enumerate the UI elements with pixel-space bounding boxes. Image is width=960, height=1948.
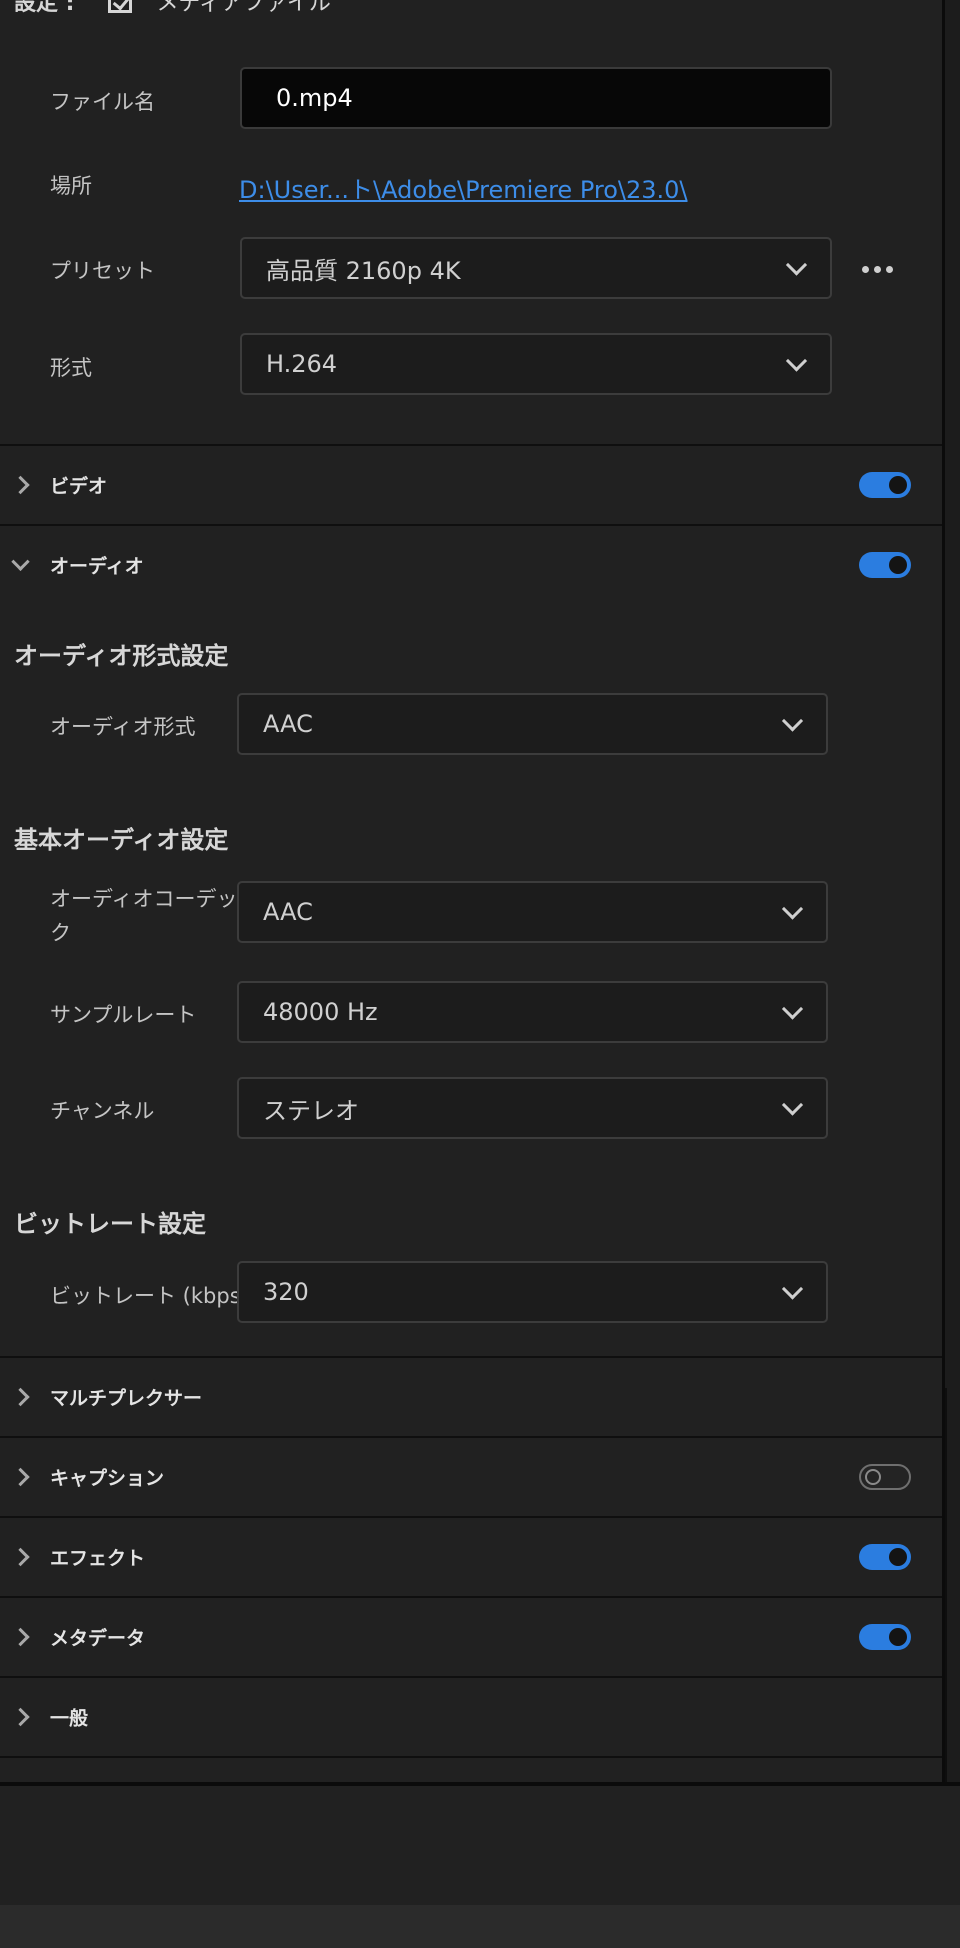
audio-toggle[interactable]: [859, 552, 911, 578]
panel-gutter: [945, 0, 960, 1785]
preset-select[interactable]: 高品質 2160p 4K: [240, 237, 832, 299]
format-select[interactable]: H.264: [240, 333, 832, 395]
chevron-down-icon: [785, 254, 808, 276]
section-captions-title: キャプション: [50, 1467, 165, 1490]
section-general-title: 一般: [50, 1707, 89, 1730]
section-video[interactable]: ビデオ: [0, 446, 942, 524]
format-label: 形式: [50, 356, 92, 380]
bitrate-select[interactable]: 320: [237, 1261, 828, 1323]
audio-codec-select[interactable]: AAC: [237, 881, 828, 943]
samplerate-value: 48000 Hz: [263, 998, 378, 1026]
panel-footer-space: [0, 1785, 960, 1905]
channels-value: ステレオ: [263, 1096, 359, 1125]
chevron-right-icon: [11, 1627, 30, 1647]
section-audio[interactable]: オーディオ: [0, 526, 942, 604]
chevron-down-icon: [781, 710, 804, 732]
section-captions[interactable]: キャプション: [0, 1438, 942, 1516]
filename-input[interactable]: 0.mp4: [240, 67, 832, 129]
audio-format-heading: オーディオ形式設定: [14, 642, 229, 670]
section-video-title: ビデオ: [50, 475, 108, 498]
section-multiplexer-title: マルチプレクサー: [50, 1387, 203, 1410]
section-multiplexer[interactable]: マルチプレクサー: [0, 1358, 942, 1436]
chevron-right-icon: [11, 475, 30, 495]
scrollbar-track[interactable]: [945, 1388, 947, 1785]
audio-codec-label-line2: ク: [50, 921, 71, 945]
settings-header: 設定 : メディアファイル: [14, 0, 331, 16]
section-effects[interactable]: エフェクト: [0, 1518, 942, 1596]
media-file-checkbox-label: メディアファイル: [156, 0, 331, 16]
divider: [0, 1756, 942, 1758]
audio-format-label: オーディオ形式: [50, 715, 196, 739]
preset-label: プリセット: [50, 259, 155, 283]
channels-select[interactable]: ステレオ: [237, 1077, 828, 1139]
settings-label: 設定 :: [14, 0, 75, 16]
chevron-down-icon: [781, 1278, 804, 1300]
media-file-checkbox[interactable]: [108, 0, 133, 13]
filename-label: ファイル名: [50, 90, 155, 114]
bottom-bar: [0, 1905, 960, 1948]
chevron-right-icon: [11, 1467, 30, 1487]
bitrate-value: 320: [263, 1278, 309, 1306]
metadata-toggle[interactable]: [859, 1624, 911, 1650]
samplerate-select[interactable]: 48000 Hz: [237, 981, 828, 1043]
panel-bottom-border: [0, 1782, 960, 1786]
effects-toggle[interactable]: [859, 1544, 911, 1570]
chevron-right-icon: [11, 1707, 30, 1727]
audio-format-value: AAC: [263, 710, 313, 738]
bitrate-heading: ビットレート設定: [14, 1210, 206, 1238]
captions-toggle[interactable]: [859, 1464, 911, 1490]
chevron-down-icon: [11, 552, 30, 571]
audio-format-select[interactable]: AAC: [237, 693, 828, 755]
chevron-down-icon: [781, 998, 804, 1020]
location-label: 場所: [50, 174, 92, 198]
section-effects-title: エフェクト: [50, 1547, 146, 1570]
preset-value: 高品質 2160p 4K: [266, 256, 461, 285]
basic-audio-heading: 基本オーディオ設定: [14, 826, 229, 854]
format-value: H.264: [266, 350, 338, 378]
chevron-right-icon: [11, 1387, 30, 1407]
section-general[interactable]: 一般: [0, 1678, 942, 1756]
audio-codec-label: オーディオコーデッ ク: [50, 882, 238, 950]
audio-codec-value: AAC: [263, 898, 313, 926]
section-metadata-title: メタデータ: [50, 1627, 146, 1650]
channels-label: チャンネル: [50, 1099, 155, 1123]
more-options-icon[interactable]: [862, 266, 893, 273]
chevron-right-icon: [11, 1547, 30, 1567]
chevron-down-icon: [781, 1094, 804, 1116]
samplerate-label: サンプルレート: [50, 1003, 197, 1027]
section-audio-title: オーディオ: [50, 555, 144, 578]
chevron-down-icon: [785, 350, 808, 372]
video-toggle[interactable]: [859, 472, 911, 498]
section-metadata[interactable]: メタデータ: [0, 1598, 942, 1676]
bitrate-label: ビットレート (kbps): [50, 1284, 249, 1308]
chevron-down-icon: [781, 898, 804, 920]
audio-codec-label-line1: オーディオコーデッ: [50, 887, 238, 911]
location-link[interactable]: D:\User...ト\Adobe\Premiere Pro\23.0\: [239, 170, 688, 205]
